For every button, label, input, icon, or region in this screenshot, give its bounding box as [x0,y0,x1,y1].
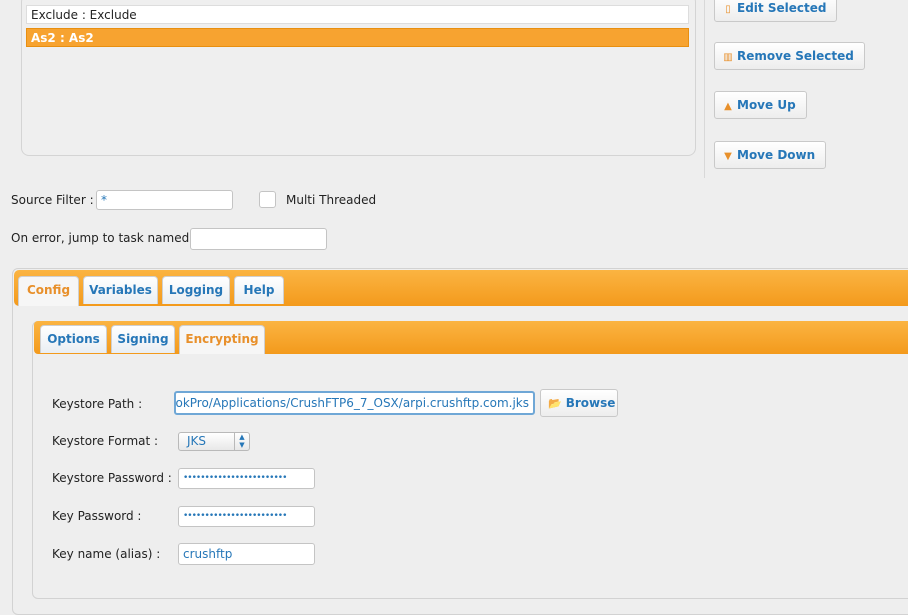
trash-icon: ▥ [723,52,733,63]
tab-signing[interactable]: Signing [111,325,175,353]
multi-threaded-label: Multi Threaded [286,193,377,207]
keystore-password-input[interactable]: •••••••••••••••••••••••• [178,468,315,489]
move-down-label: Move Down [737,148,816,162]
browse-button[interactable]: 📂 Browse [540,389,618,417]
arrow-down-icon: ▼ [724,151,732,162]
remove-selected-button[interactable]: ▥ Remove Selected [714,42,865,70]
list-item-selected[interactable]: As2 : As2 [26,28,689,47]
keystore-path-input[interactable]: BookPro/Applications/CrushFTP6_7_OSX/arp… [174,391,535,415]
tab-logging[interactable]: Logging [162,276,230,304]
tab-encrypting[interactable]: Encrypting [179,325,265,354]
folder-icon: 📂 [548,397,562,410]
move-up-button[interactable]: ▲ Move Up [714,91,807,119]
source-filter-label: Source Filter : [11,193,94,207]
edit-icon: ▯ [725,4,731,15]
source-filter-input[interactable]: * [96,190,233,210]
keystore-format-value: JKS [187,434,207,448]
keystore-format-select[interactable]: JKS ▲ ▼ [178,432,250,451]
list-item[interactable]: Exclude : Exclude [26,5,689,24]
edit-selected-label: Edit Selected [737,1,827,15]
select-arrows-icon: ▲ ▼ [234,433,249,450]
edit-selected-button[interactable]: ▯ Edit Selected [714,0,838,22]
keystore-format-label: Keystore Format : [52,434,159,448]
keystore-path-label: Keystore Path : [52,397,143,411]
divider [704,0,705,178]
keystore-password-label: Keystore Password : [52,471,172,485]
on-error-label: On error, jump to task named : [11,231,198,245]
on-error-input[interactable] [190,228,327,250]
key-alias-input[interactable]: crushftp [178,543,315,565]
move-up-label: Move Up [737,98,796,112]
arrow-up-icon: ▲ [724,101,732,112]
remove-selected-label: Remove Selected [737,49,854,63]
tab-config[interactable]: Config [18,276,79,306]
task-list[interactable]: Exclude : Exclude As2 : As2 [21,0,696,156]
encryption-panel [32,321,908,599]
tab-help[interactable]: Help [234,276,284,304]
move-down-button[interactable]: ▼ Move Down [714,141,827,169]
multi-threaded-checkbox[interactable] [259,191,276,208]
key-alias-label: Key name (alias) : [52,547,161,561]
key-password-label: Key Password : [52,509,142,523]
key-password-input[interactable]: •••••••••••••••••••••••• [178,506,315,527]
keystore-path-value: BookPro/Applications/CrushFTP6_7_OSX/arp… [174,396,529,410]
tab-variables[interactable]: Variables [83,276,158,304]
browse-label: Browse [565,396,616,410]
tab-options[interactable]: Options [40,325,107,353]
